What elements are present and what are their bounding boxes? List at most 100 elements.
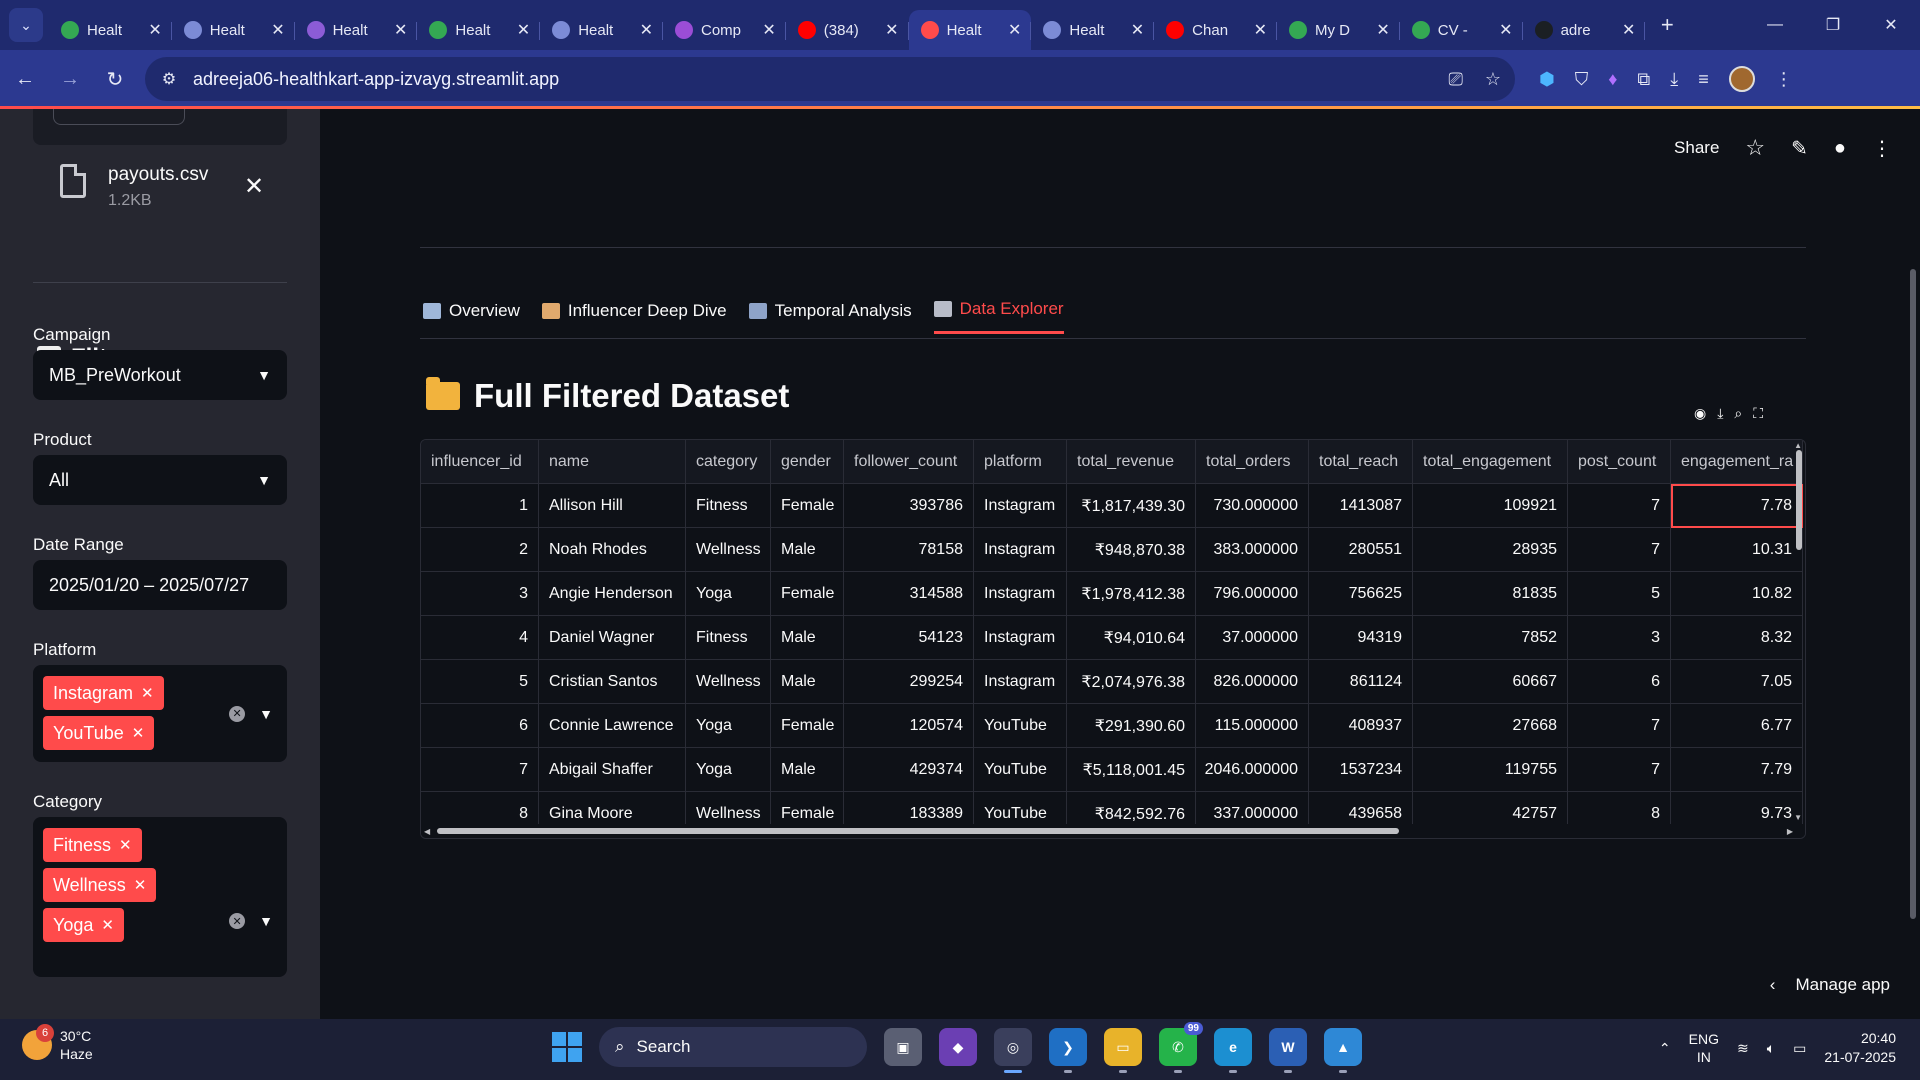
remove-chip-icon[interactable]: ✕ (101, 916, 114, 934)
table-cell[interactable]: 8.32 (1671, 616, 1803, 660)
table-cell[interactable]: ₹948,870.38 (1067, 528, 1196, 572)
close-tab-icon[interactable]: ✕ (1254, 20, 1267, 40)
taskbar-search[interactable]: ⌕ Search (599, 1027, 867, 1067)
table-cell[interactable]: 7.79 (1671, 748, 1803, 792)
tab-data-explorer[interactable]: Data Explorer (933, 299, 1064, 334)
table-cell[interactable]: 730.000000 (1196, 484, 1309, 528)
forward-button[interactable]: → (50, 59, 90, 99)
table-cell[interactable]: 5 (1568, 572, 1671, 616)
table-cell[interactable]: 6.77 (1671, 704, 1803, 748)
close-tab-icon[interactable]: ✕ (1622, 20, 1635, 40)
minimize-button[interactable]: — (1746, 0, 1804, 50)
table-cell[interactable]: ₹94,010.64 (1067, 616, 1196, 660)
browser-tab[interactable]: Comp ✕ (663, 10, 786, 50)
fullscreen-icon[interactable]: ⛶ (1753, 405, 1763, 422)
column-header[interactable]: platform (974, 440, 1067, 484)
table-cell[interactable]: Cristian Santos (539, 660, 686, 704)
main-menu-icon[interactable]: ⋮ (1872, 136, 1892, 161)
filter-chip[interactable]: Fitness ✕ (43, 828, 142, 862)
table-cell[interactable]: Fitness (686, 484, 771, 528)
table-cell[interactable]: 7.05 (1671, 660, 1803, 704)
chrome-icon[interactable]: ◎ (994, 1028, 1032, 1073)
table-cell[interactable]: 299254 (844, 660, 974, 704)
start-windows-icon[interactable] (552, 1032, 582, 1062)
page-scrollbar[interactable] (1910, 269, 1916, 919)
table-cell[interactable]: Abigail Shaffer (539, 748, 686, 792)
table-cell[interactable]: 4 (421, 616, 539, 660)
edge-icon[interactable]: e (1214, 1028, 1252, 1073)
install-app-icon[interactable]: ⎚ (1448, 69, 1462, 90)
table-cell[interactable]: YouTube (974, 748, 1067, 792)
table-cell[interactable]: 54123 (844, 616, 974, 660)
table-cell[interactable]: 5 (421, 660, 539, 704)
show-hide-columns-icon[interactable]: ◉ (1694, 405, 1706, 422)
table-cell[interactable]: 27668 (1413, 704, 1568, 748)
table-cell[interactable]: 280551 (1309, 528, 1413, 572)
table-cell[interactable]: 393786 (844, 484, 974, 528)
table-cell[interactable]: 1 (421, 484, 539, 528)
remove-chip-icon[interactable]: ✕ (132, 724, 145, 742)
reload-button[interactable]: ↻ (95, 59, 135, 99)
date-range-input[interactable]: 2025/01/20 – 2025/07/27 (33, 560, 287, 610)
table-cell[interactable]: 861124 (1309, 660, 1413, 704)
share-button[interactable]: Share (1674, 138, 1719, 158)
table-cell[interactable]: Female (771, 704, 844, 748)
browser-tab[interactable]: Chan ✕ (1154, 10, 1277, 50)
table-cell[interactable]: 756625 (1309, 572, 1413, 616)
table-cell[interactable]: Noah Rhodes (539, 528, 686, 572)
remove-file-button[interactable]: ✕ (244, 172, 264, 201)
table-cell[interactable]: 6 (1568, 660, 1671, 704)
table-cell[interactable]: ₹5,118,001.45 (1067, 748, 1196, 792)
clock[interactable]: 20:40 21-07-2025 (1824, 1029, 1896, 1067)
table-cell[interactable]: 3 (1568, 616, 1671, 660)
download-csv-icon[interactable]: ⤓ (1717, 405, 1723, 422)
browse-button-edge[interactable] (53, 109, 185, 125)
back-button[interactable]: ← (5, 59, 45, 99)
language-indicator[interactable]: ENG IN (1689, 1030, 1719, 1066)
url-text[interactable]: adreeja06-healthkart-app-izvayg.streamli… (193, 69, 1448, 90)
table-cell[interactable]: YouTube (974, 704, 1067, 748)
column-header[interactable]: total_orders (1196, 440, 1309, 484)
table-cell[interactable]: 28935 (1413, 528, 1568, 572)
close-tab-icon[interactable]: ✕ (1008, 20, 1021, 40)
column-header[interactable]: total_reach (1309, 440, 1413, 484)
table-cell[interactable]: 81835 (1413, 572, 1568, 616)
clear-all-icon[interactable]: ✕ (229, 705, 246, 722)
table-cell[interactable]: Female (771, 484, 844, 528)
table-cell[interactable]: Male (771, 528, 844, 572)
horizontal-scrollbar[interactable] (437, 828, 1399, 834)
browser-tab[interactable]: Healt ✕ (540, 10, 663, 50)
table-cell[interactable]: Instagram (974, 616, 1067, 660)
new-tab-button[interactable]: + (1651, 9, 1683, 41)
filter-chip[interactable]: YouTube ✕ (43, 716, 155, 750)
table-cell[interactable]: 60667 (1413, 660, 1568, 704)
browser-tab[interactable]: Healt ✕ (49, 10, 172, 50)
column-header[interactable]: total_revenue (1067, 440, 1196, 484)
download-icon[interactable]: ⤓ (1670, 69, 1678, 90)
table-cell[interactable]: Wellness (686, 528, 771, 572)
scroll-left-arrow-icon[interactable]: ◀ (424, 827, 430, 836)
table-cell[interactable]: Allison Hill (539, 484, 686, 528)
scroll-right-arrow-icon[interactable]: ▶ (1787, 827, 1793, 836)
table-cell[interactable]: 7 (1568, 484, 1671, 528)
table-cell[interactable]: 3 (421, 572, 539, 616)
photos-icon[interactable]: ▲ (1324, 1028, 1362, 1073)
browser-tab[interactable]: adre ✕ (1523, 10, 1646, 50)
table-cell[interactable]: 408937 (1309, 704, 1413, 748)
close-tab-icon[interactable]: ✕ (517, 20, 530, 40)
column-header[interactable]: category (686, 440, 771, 484)
extension-icon[interactable]: ⬢ (1539, 69, 1555, 90)
table-cell[interactable]: 7 (1568, 748, 1671, 792)
table-cell[interactable]: Fitness (686, 616, 771, 660)
profile-avatar[interactable] (1728, 66, 1755, 92)
browser-tab[interactable]: (384) ✕ (786, 10, 909, 50)
column-header[interactable]: total_engagement (1413, 440, 1568, 484)
visual-studio-icon[interactable]: ◆ (939, 1028, 977, 1066)
product-select[interactable]: All ▼ (33, 455, 287, 505)
category-multiselect[interactable]: Fitness ✕ Wellness ✕ Yoga ✕ ✕ ▼ (33, 817, 287, 977)
table-cell[interactable]: 7.78 (1671, 484, 1803, 528)
table-cell[interactable]: Daniel Wagner (539, 616, 686, 660)
table-cell[interactable]: 10.82 (1671, 572, 1803, 616)
browser-tab[interactable]: Healt ✕ (1031, 10, 1155, 50)
table-cell[interactable]: 7 (1568, 704, 1671, 748)
